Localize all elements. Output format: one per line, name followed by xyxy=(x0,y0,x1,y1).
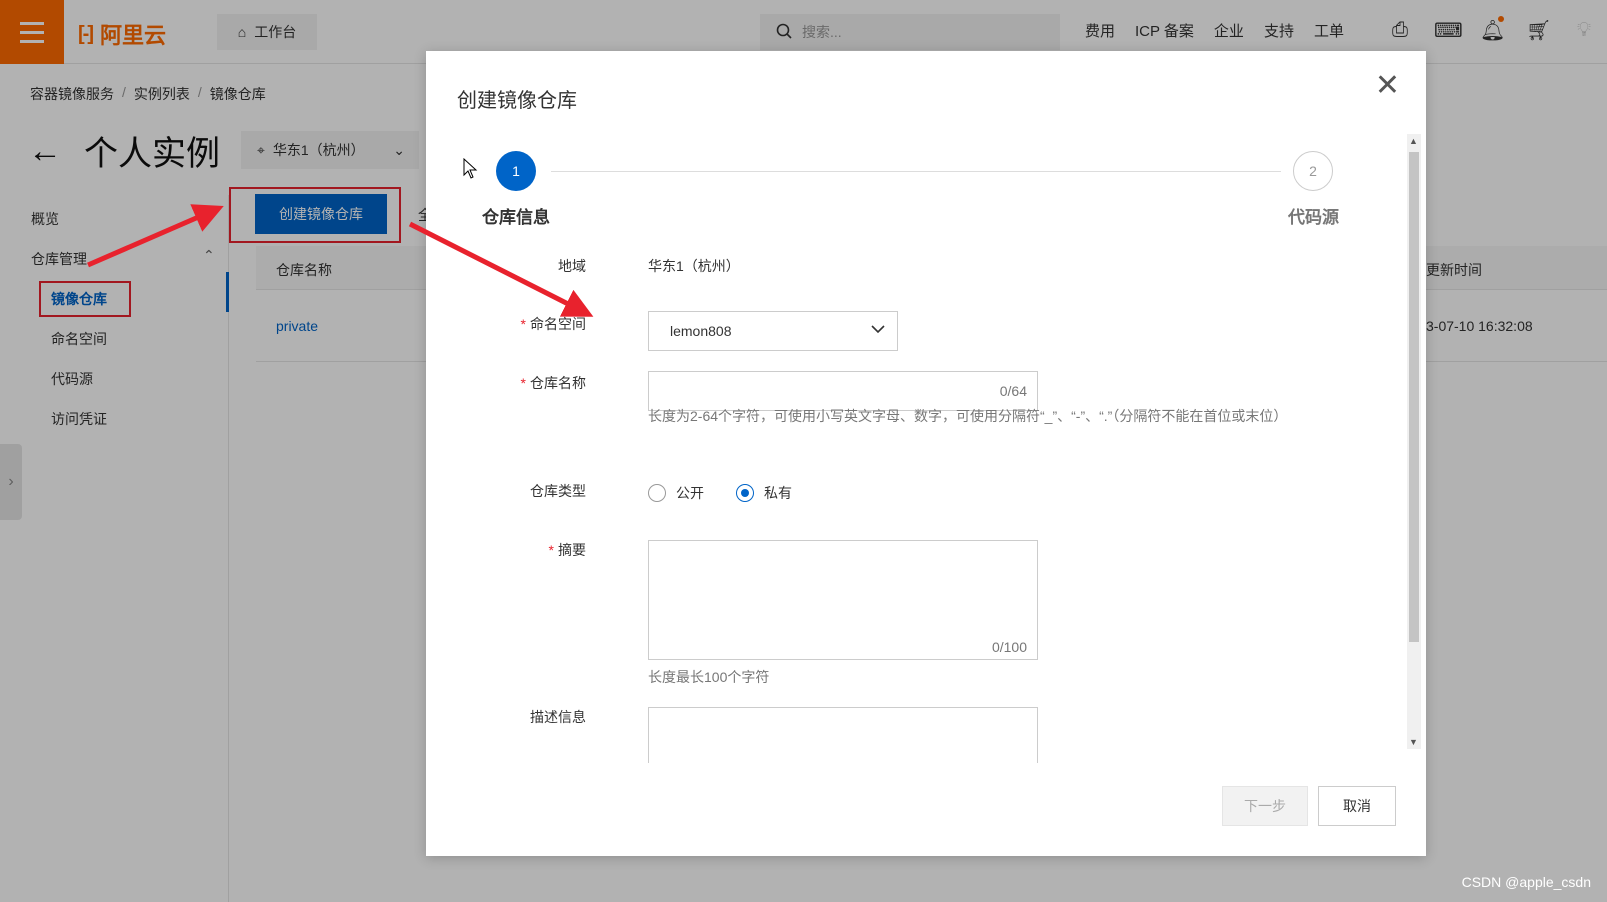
watermark: CSDN @apple_csdn xyxy=(1461,874,1591,890)
annotation-arrow-to-namespace xyxy=(408,221,594,317)
annotation-arrow-to-create xyxy=(87,204,224,268)
annotation-arrows xyxy=(87,204,594,317)
